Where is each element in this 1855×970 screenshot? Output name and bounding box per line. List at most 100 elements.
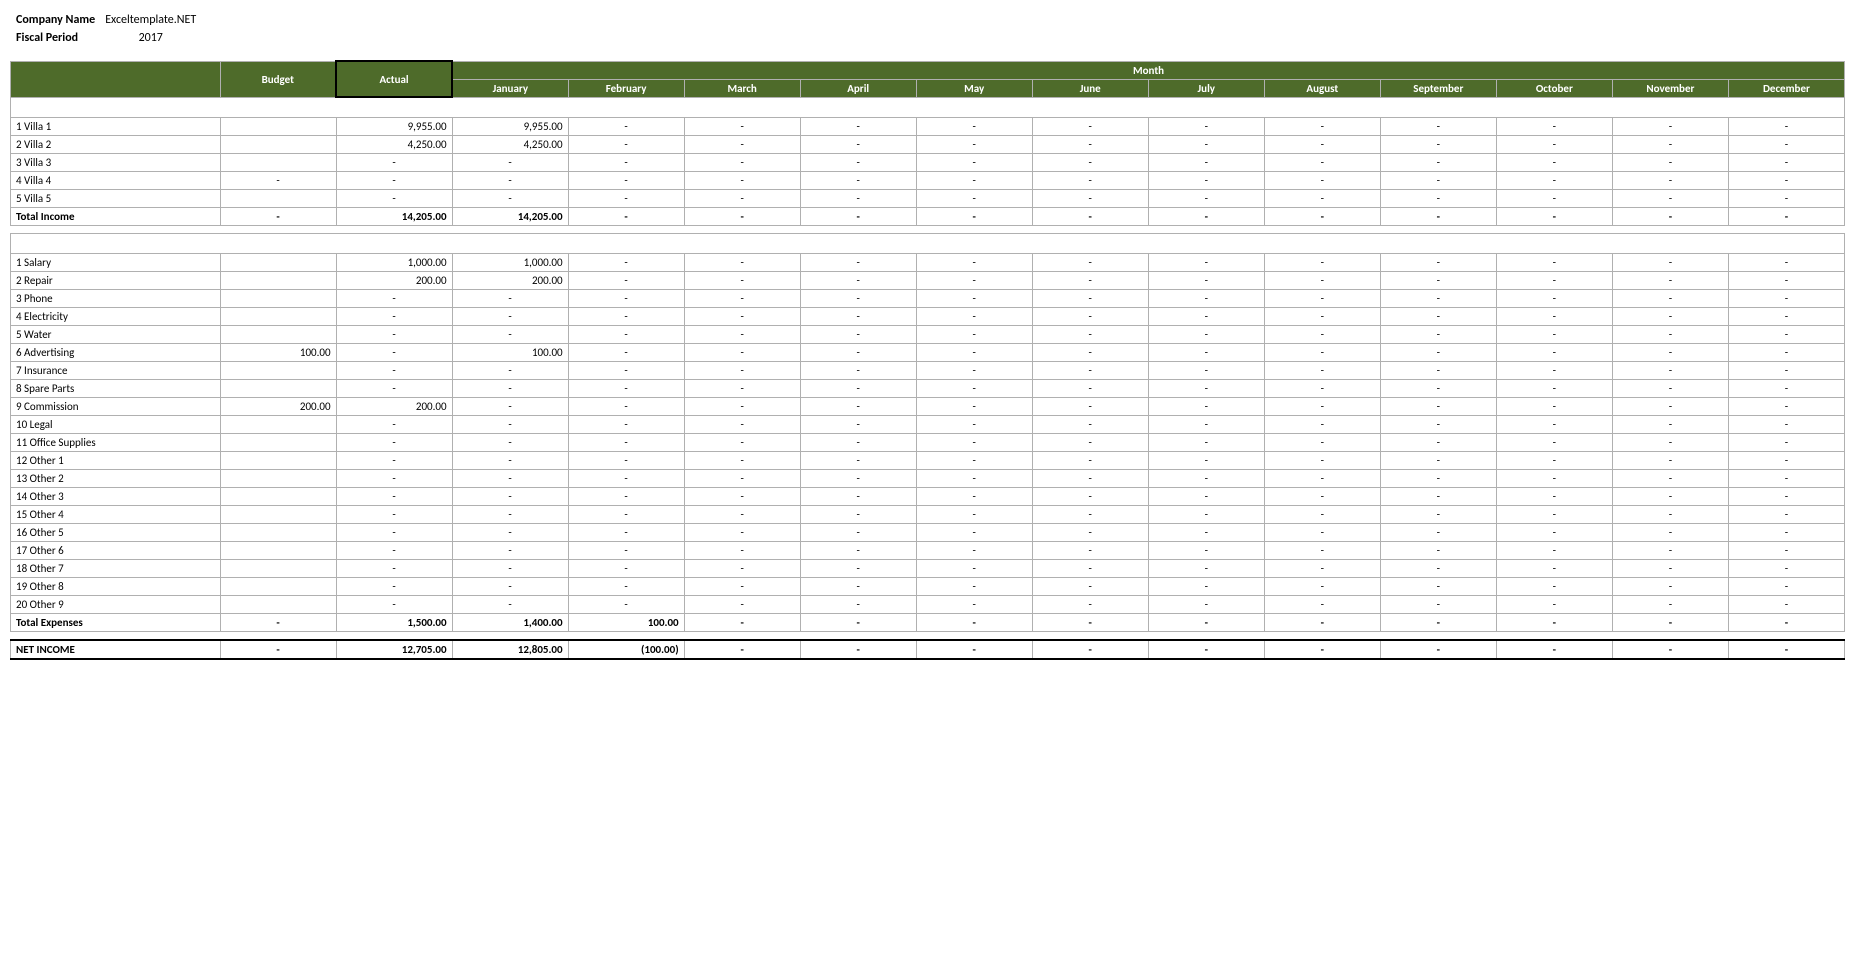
table-cell: - bbox=[1032, 640, 1148, 659]
table-cell: - bbox=[1264, 542, 1380, 560]
table-cell: - bbox=[1264, 254, 1380, 272]
table-cell: - bbox=[916, 488, 1032, 506]
table-cell: - bbox=[1032, 398, 1148, 416]
table-row: 3 Villa 3------------- bbox=[11, 154, 1845, 172]
table-cell bbox=[220, 308, 336, 326]
table-cell: - bbox=[452, 416, 568, 434]
row-label: 3 Phone bbox=[11, 290, 221, 308]
table-row: 18 Other 7------------- bbox=[11, 560, 1845, 578]
table-cell: - bbox=[916, 578, 1032, 596]
table-cell bbox=[220, 326, 336, 344]
table-cell: - bbox=[568, 272, 684, 290]
table-cell: - bbox=[1264, 578, 1380, 596]
table-cell: - bbox=[568, 136, 684, 154]
table-cell: - bbox=[1380, 272, 1496, 290]
table-cell: - bbox=[220, 614, 336, 632]
table-cell: - bbox=[1032, 118, 1148, 136]
table-cell: 200.00 bbox=[336, 272, 452, 290]
table-cell: - bbox=[1612, 154, 1728, 172]
table-cell: - bbox=[684, 452, 800, 470]
table-cell: - bbox=[568, 560, 684, 578]
table-cell bbox=[220, 578, 336, 596]
table-cell: - bbox=[336, 172, 452, 190]
table-cell: - bbox=[1496, 154, 1612, 172]
table-cell: - bbox=[1264, 560, 1380, 578]
table-cell: - bbox=[568, 254, 684, 272]
table-cell: - bbox=[1380, 308, 1496, 326]
table-cell: - bbox=[684, 208, 800, 226]
table-row: 19 Other 8------------- bbox=[11, 578, 1845, 596]
table-cell: - bbox=[916, 308, 1032, 326]
jul-header: July bbox=[1148, 79, 1264, 97]
row-label: 4 Electricity bbox=[11, 308, 221, 326]
table-cell: - bbox=[1496, 208, 1612, 226]
row-label: 14 Other 3 bbox=[11, 488, 221, 506]
table-row: 12 Other 1------------- bbox=[11, 452, 1845, 470]
jun-header: June bbox=[1032, 79, 1148, 97]
table-cell: - bbox=[800, 640, 916, 659]
table-cell: 1,500.00 bbox=[336, 614, 452, 632]
fiscal-period-value: 2017 bbox=[101, 30, 200, 46]
table-cell: - bbox=[568, 416, 684, 434]
table-cell: - bbox=[1148, 560, 1264, 578]
table-row: 4 Villa 4-------------- bbox=[11, 172, 1845, 190]
table-cell: - bbox=[336, 154, 452, 172]
table-cell: - bbox=[1380, 398, 1496, 416]
table-cell: - bbox=[684, 416, 800, 434]
table-cell: - bbox=[684, 380, 800, 398]
table-cell: - bbox=[800, 190, 916, 208]
table-cell: - bbox=[1380, 190, 1496, 208]
table-cell: - bbox=[1380, 344, 1496, 362]
fiscal-period-label: Fiscal Period bbox=[12, 30, 99, 46]
row-label: 2 Villa 2 bbox=[11, 136, 221, 154]
table-cell: - bbox=[1264, 290, 1380, 308]
table-cell: - bbox=[1612, 326, 1728, 344]
table-cell bbox=[220, 542, 336, 560]
table-cell: 14,205.00 bbox=[336, 208, 452, 226]
table-cell: - bbox=[568, 326, 684, 344]
table-cell: - bbox=[1496, 398, 1612, 416]
table-cell: - bbox=[568, 190, 684, 208]
table-cell: - bbox=[1496, 434, 1612, 452]
table-cell: - bbox=[800, 272, 916, 290]
table-cell: - bbox=[220, 640, 336, 659]
table-cell bbox=[220, 154, 336, 172]
table-cell bbox=[220, 524, 336, 542]
table-cell: - bbox=[1032, 542, 1148, 560]
table-cell: 200.00 bbox=[452, 272, 568, 290]
table-cell: - bbox=[1032, 560, 1148, 578]
table-cell: - bbox=[1032, 452, 1148, 470]
table-cell: - bbox=[568, 362, 684, 380]
table-cell: - bbox=[1728, 596, 1844, 614]
table-cell: - bbox=[1032, 190, 1148, 208]
table-cell: - bbox=[1148, 290, 1264, 308]
oct-header: October bbox=[1496, 79, 1612, 97]
table-cell: - bbox=[1264, 470, 1380, 488]
table-cell: - bbox=[452, 398, 568, 416]
table-cell: 1,000.00 bbox=[336, 254, 452, 272]
row-label: 16 Other 5 bbox=[11, 524, 221, 542]
table-cell: - bbox=[336, 362, 452, 380]
table-cell: - bbox=[1496, 452, 1612, 470]
table-cell: - bbox=[1148, 208, 1264, 226]
table-row: 10 Legal------------- bbox=[11, 416, 1845, 434]
table-cell bbox=[220, 136, 336, 154]
table-cell: - bbox=[1032, 272, 1148, 290]
table-cell: - bbox=[1612, 470, 1728, 488]
table-cell: - bbox=[1728, 416, 1844, 434]
table-cell: - bbox=[1728, 118, 1844, 136]
table-cell: - bbox=[1612, 136, 1728, 154]
table-cell: - bbox=[1380, 208, 1496, 226]
table-cell: - bbox=[1612, 344, 1728, 362]
row-label: 12 Other 1 bbox=[11, 452, 221, 470]
table-cell: - bbox=[684, 640, 800, 659]
table-cell: - bbox=[336, 506, 452, 524]
table-cell: - bbox=[1728, 290, 1844, 308]
table-cell: - bbox=[1496, 326, 1612, 344]
table-cell: - bbox=[1148, 416, 1264, 434]
table-cell: - bbox=[1264, 506, 1380, 524]
table-cell: - bbox=[1496, 416, 1612, 434]
aug-header: August bbox=[1264, 79, 1380, 97]
table-cell: - bbox=[916, 326, 1032, 344]
table-cell: - bbox=[1612, 172, 1728, 190]
